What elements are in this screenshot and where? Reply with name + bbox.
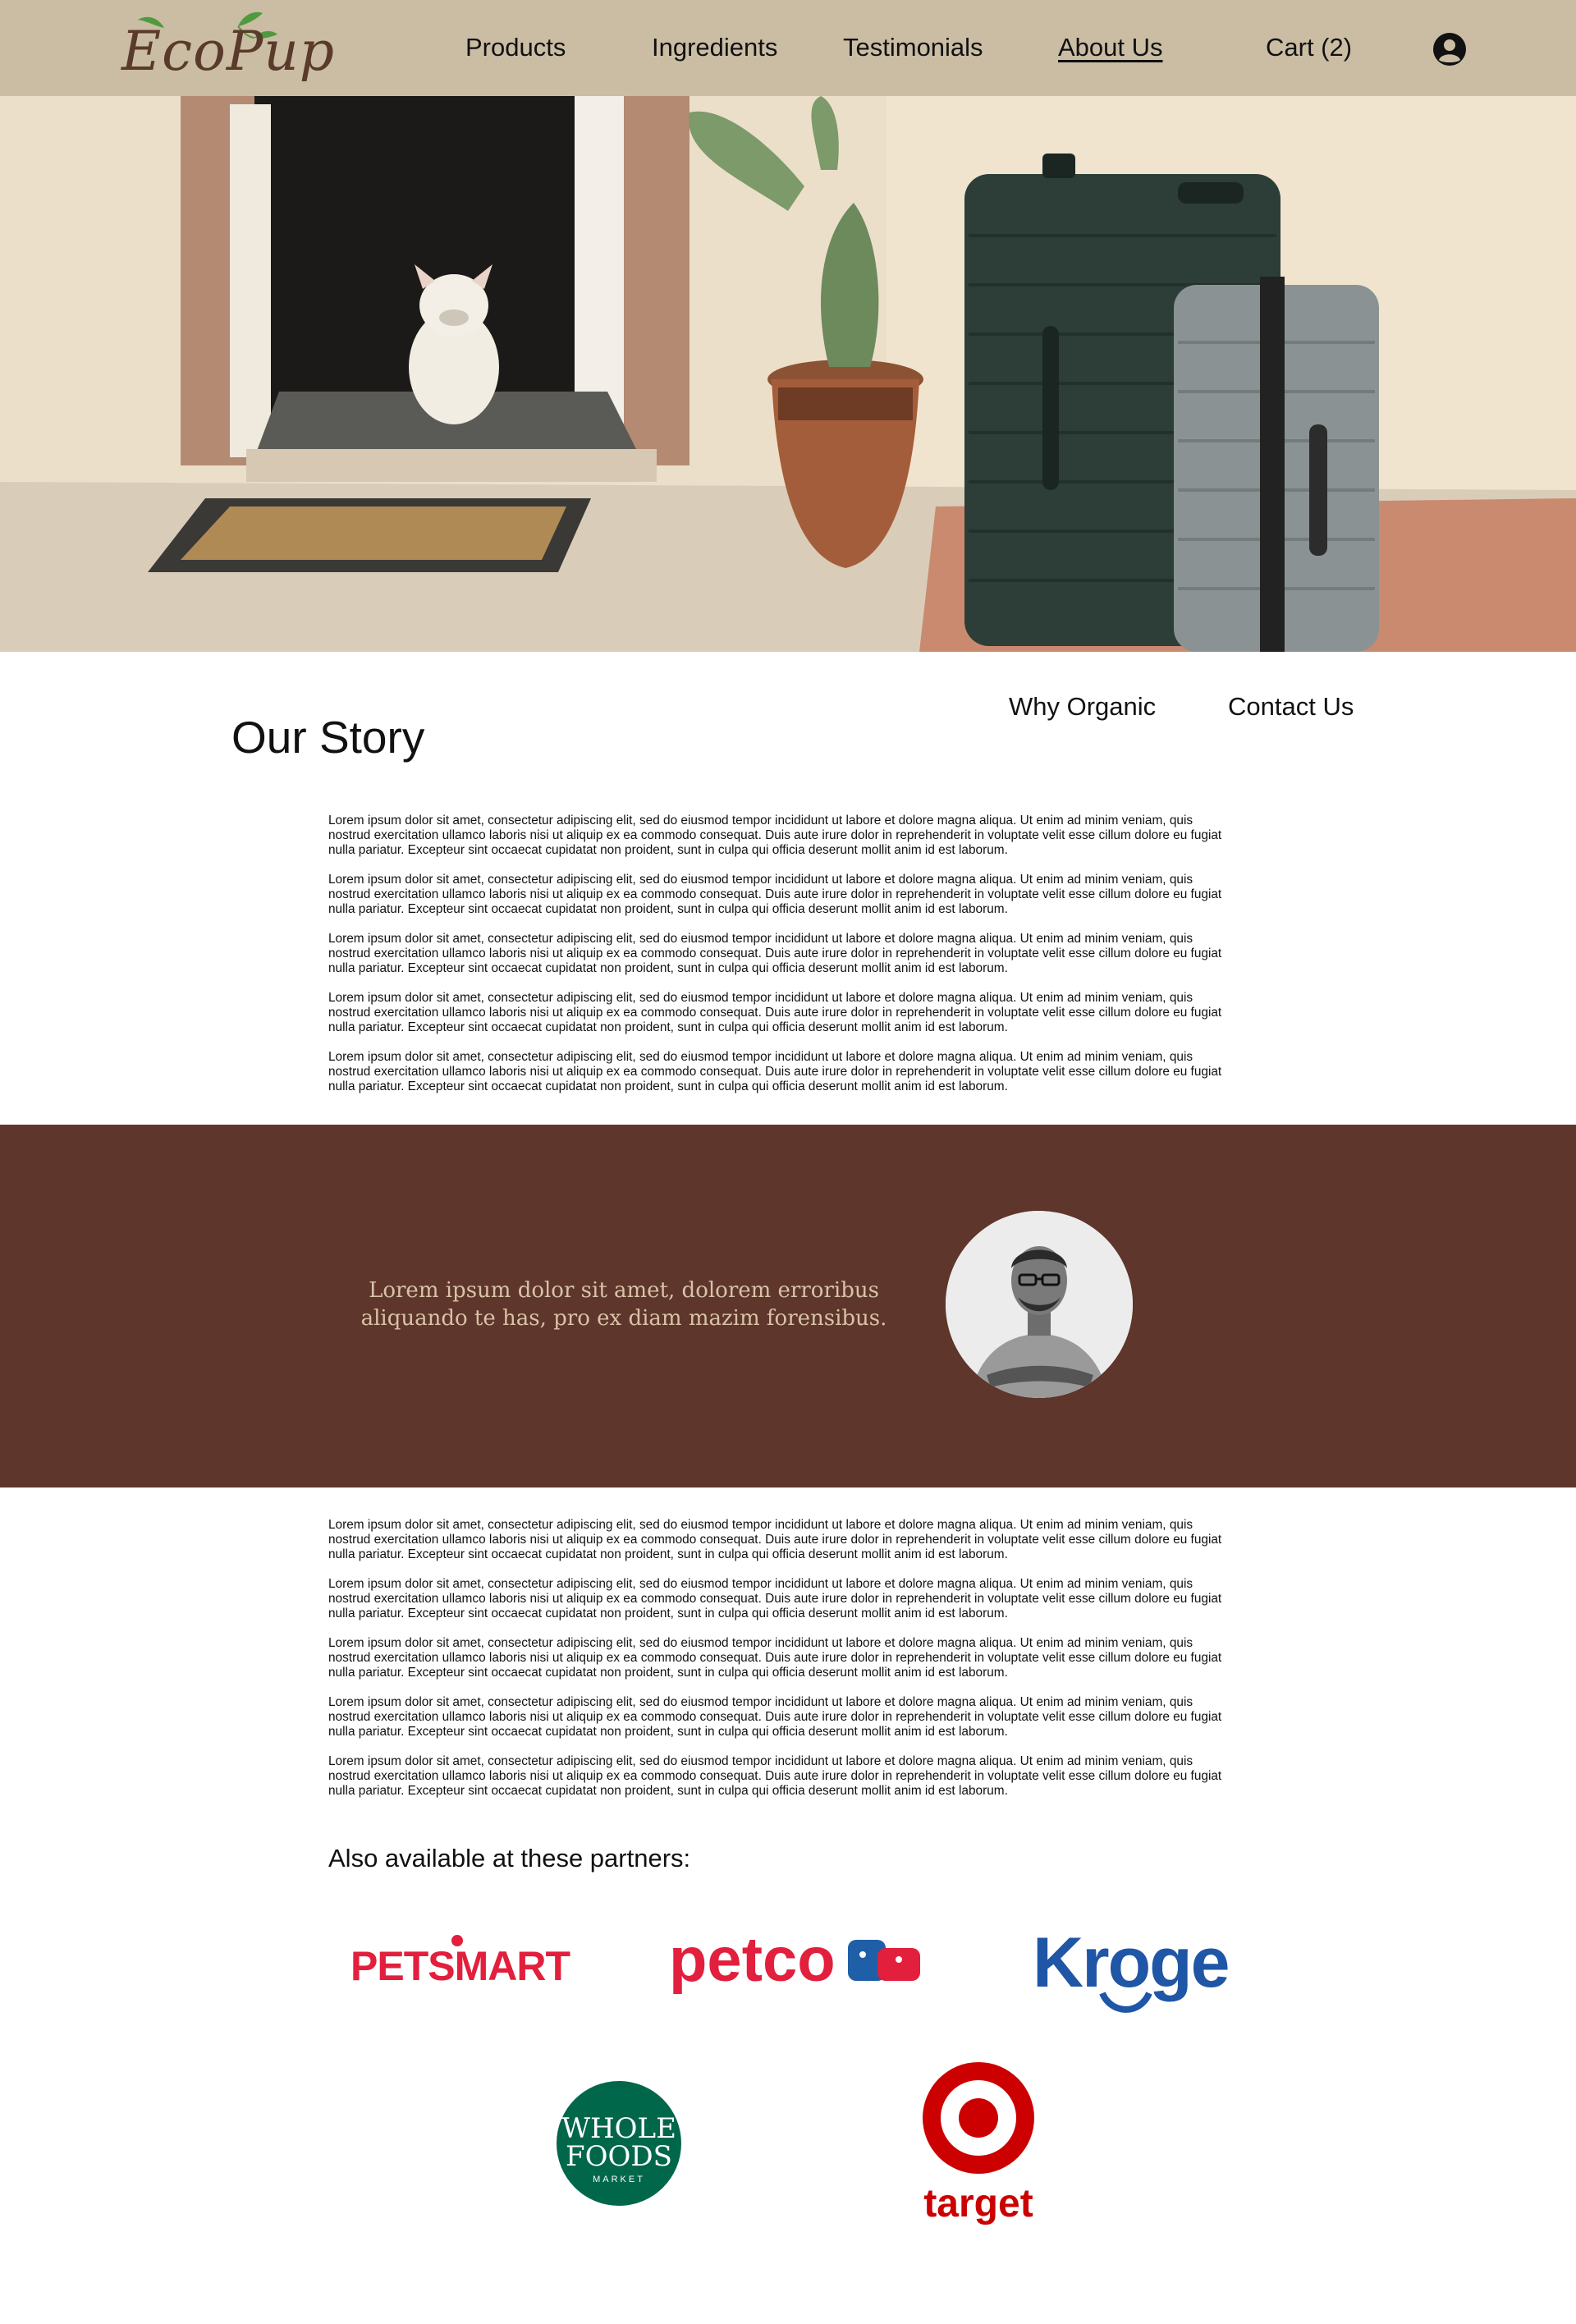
whole-foods-line2: FOODS [566,2140,672,2173]
story-paragraph: Lorem ipsum dolor sit amet, consectetur … [328,814,1222,857]
story-text-top: Lorem ipsum dolor sit amet, consectetur … [328,814,1231,1109]
story-paragraph: Lorem ipsum dolor sit amet, consectetur … [328,991,1222,1034]
avatar [946,1211,1133,1398]
site-header: EcoPup Products Ingredients Testimonials… [0,0,1576,96]
user-circle-icon[interactable] [1432,32,1467,66]
contact-us-link[interactable]: Contact Us [1228,692,1354,722]
partners-heading: Also available at these partners: [328,1844,691,1872]
story-paragraph: Lorem ipsum dolor sit amet, consectetur … [328,932,1222,975]
hero-image [0,96,1576,652]
story-paragraph: Lorem ipsum dolor sit amet, consectetur … [328,1518,1222,1561]
brand-name: EcoPup [121,20,336,83]
petsmart-wordmark: PETSMART [350,1943,570,1989]
petco-pets-icon [848,1940,920,1981]
story-paragraph: Lorem ipsum dolor sit amet, consectetur … [328,1636,1222,1680]
nav-products[interactable]: Products [465,33,566,62]
target-logo[interactable]: target [919,2060,1042,2225]
target-wordmark: target [923,2182,1033,2225]
quote-line: aliquando te has, pro ex diam mazim fore… [360,1306,887,1331]
why-organic-link[interactable]: Why Organic [1009,692,1156,722]
petsmart-logo[interactable]: PETSMART [349,1929,570,1995]
story-text-bottom: Lorem ipsum dolor sit amet, consectetur … [328,1518,1231,1813]
nav-cart[interactable]: Cart (2) [1266,33,1352,62]
nav-testimonials[interactable]: Testimonials [843,33,983,62]
story-paragraph: Lorem ipsum dolor sit amet, consectetur … [328,1754,1222,1798]
ecopup-logo[interactable]: EcoPup [115,5,334,95]
testimonial-quote: Lorem ipsum dolor sit amet, dolorem erro… [345,1277,903,1332]
story-paragraph: Lorem ipsum dolor sit amet, consectetur … [328,1577,1222,1620]
whole-foods-line3: MARKET [593,2175,645,2184]
petco-wordmark: petco [669,1925,836,1995]
whole-foods-logo[interactable]: WHOLE FOODS MARKET [556,2080,682,2207]
nav-ingredients[interactable]: Ingredients [652,33,777,62]
nav-about-us[interactable]: About Us [1058,33,1163,62]
story-paragraph: Lorem ipsum dolor sit amet, consectetur … [328,1695,1222,1739]
testimonial-band: Lorem ipsum dolor sit amet, dolorem erro… [0,1125,1576,1487]
page-title: Our Story [231,712,425,763]
kroger-logo[interactable]: Kroger [1033,1911,1230,2018]
quote-line: Lorem ipsum dolor sit amet, dolorem erro… [369,1278,879,1303]
story-paragraph: Lorem ipsum dolor sit amet, consectetur … [328,1050,1222,1093]
story-paragraph: Lorem ipsum dolor sit amet, consectetur … [328,873,1222,916]
kroger-wordmark: Kroger [1033,1923,1230,2002]
petco-logo[interactable]: petco [669,1925,932,1999]
